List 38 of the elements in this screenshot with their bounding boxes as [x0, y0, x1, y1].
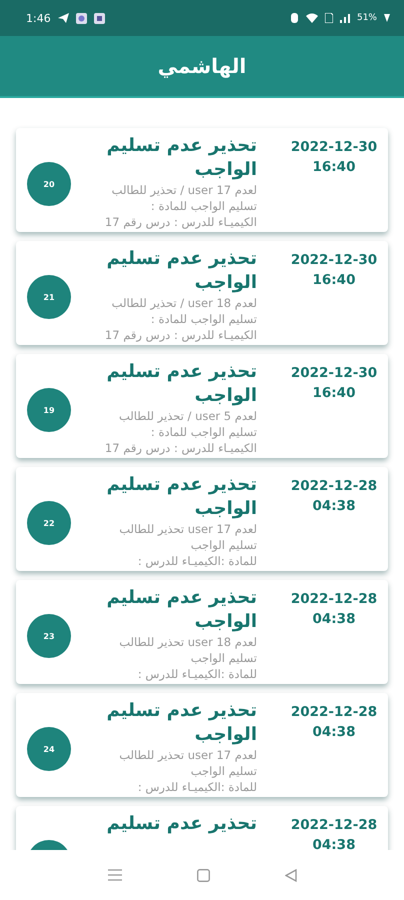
notification-text: لعدم user 17 / تحذير للطالب تسليم الواجب للمادة : الكيميـاء للدرس : درس رقم 17	[104, 182, 257, 230]
notification-title: تحذير عدم تسليم الواجب	[106, 473, 257, 521]
home-icon[interactable]	[196, 868, 210, 882]
status-time: 1:46	[26, 12, 51, 24]
wifi-icon	[306, 13, 318, 23]
number-badge: 21	[27, 275, 71, 319]
battery-level: 51%	[356, 13, 377, 23]
notification-date: 2022-12-28 04:38	[290, 590, 378, 629]
app-title: الهاشمي	[158, 54, 246, 78]
notification-text: لعدم user 5 / تحذير للطالب تسليم الواجب للمادة : الكيميـاء للدرس : درس رقم 17	[104, 408, 257, 456]
menu-icon[interactable]	[108, 869, 122, 881]
notification-title: تحذير عدم تسليم	[106, 812, 257, 836]
notification-title: تحذير عدم تسليم الواجب	[106, 699, 257, 747]
notification-text: لعدم user 17 تحذير للطالب تسليم الواجب للمادة :الكيميـاء للدرس :	[118, 521, 257, 569]
number-badge: 19	[27, 388, 71, 432]
notification-title: تحذير عدم تسليم الواجب	[106, 360, 257, 408]
notification-date: 2022-12-28 04:38	[290, 477, 378, 516]
notification-date: 2022-12-28 04:38	[290, 816, 378, 850]
charging-icon	[384, 14, 390, 22]
notification-text: لعدم user 17 تحذير للطالب تسليم الواجب للمادة :الكيميـاء للدرس :	[118, 747, 257, 795]
notification-text: لعدم user 18 تحذير للطالب تسليم الواجب للمادة :الكيميـاء للدرس :	[118, 634, 257, 682]
signal-icon	[340, 14, 350, 22]
number-badge: 20	[27, 162, 71, 206]
number-badge: 22	[27, 501, 71, 545]
notification-date: 2022-12-30 16:40	[290, 138, 378, 177]
notification-date: 2022-12-30 16:40	[290, 364, 378, 403]
number-badge: 23	[27, 614, 71, 658]
notification-title: تحذير عدم تسليم الواجب	[106, 134, 257, 182]
number-badge: 24	[27, 727, 71, 771]
notification-title: تحذير عدم تسليم الواجب	[106, 247, 257, 295]
notification-title: تحذير عدم تسليم الواجب	[106, 586, 257, 634]
app-icon	[76, 12, 87, 24]
notification-text: لعدم user 18 / تحذير للطالب تسليم الواجب للمادة : الكيميـاء للدرس : درس رقم 17	[104, 295, 257, 343]
back-icon[interactable]	[284, 868, 296, 882]
paper-plane-icon	[58, 13, 69, 23]
notification-date: 2022-12-30 16:40	[290, 251, 378, 290]
notification-date: 2022-12-28 04:38	[290, 703, 378, 742]
app-icon	[94, 12, 105, 24]
